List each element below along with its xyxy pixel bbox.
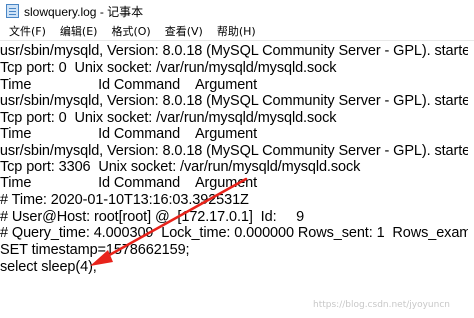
log-line: # Query_time: 4.000309 Lock_time: 0.0000…	[0, 225, 474, 241]
title-bar: slowquery.log - 记事本	[0, 0, 474, 22]
log-line: Time Id Command Argument	[0, 126, 258, 142]
log-line: Tcp port: 0 Unix socket: /var/run/mysqld…	[0, 60, 337, 76]
menu-bar: 文件(F) 编辑(E) 格式(O) 查看(V) 帮助(H)	[0, 22, 474, 41]
log-line: select sleep(4);	[0, 259, 97, 275]
window-title: slowquery.log - 记事本	[24, 4, 144, 19]
menu-view[interactable]: 查看(V)	[158, 23, 210, 39]
text-editor-area[interactable]: /usr/sbin/mysqld, Version: 8.0.18 (MySQL…	[0, 41, 474, 318]
menu-file[interactable]: 文件(F)	[2, 23, 53, 39]
vertical-scrollbar[interactable]	[468, 41, 474, 318]
log-line: SET timestamp=1578662159;	[0, 242, 190, 258]
menu-edit[interactable]: 编辑(E)	[53, 23, 105, 39]
notepad-icon	[6, 4, 19, 18]
watermark: https://blog.csdn.net/jyoyuncn	[313, 300, 450, 310]
log-line: # Time: 2020-01-10T13:16:03.392531Z	[0, 192, 249, 208]
menu-help[interactable]: 帮助(H)	[210, 23, 263, 39]
log-line: Time Id Command Argument	[0, 175, 258, 191]
log-line: /usr/sbin/mysqld, Version: 8.0.18 (MySQL…	[0, 43, 474, 59]
menu-format[interactable]: 格式(O)	[104, 23, 157, 39]
log-line: /usr/sbin/mysqld, Version: 8.0.18 (MySQL…	[0, 93, 474, 109]
